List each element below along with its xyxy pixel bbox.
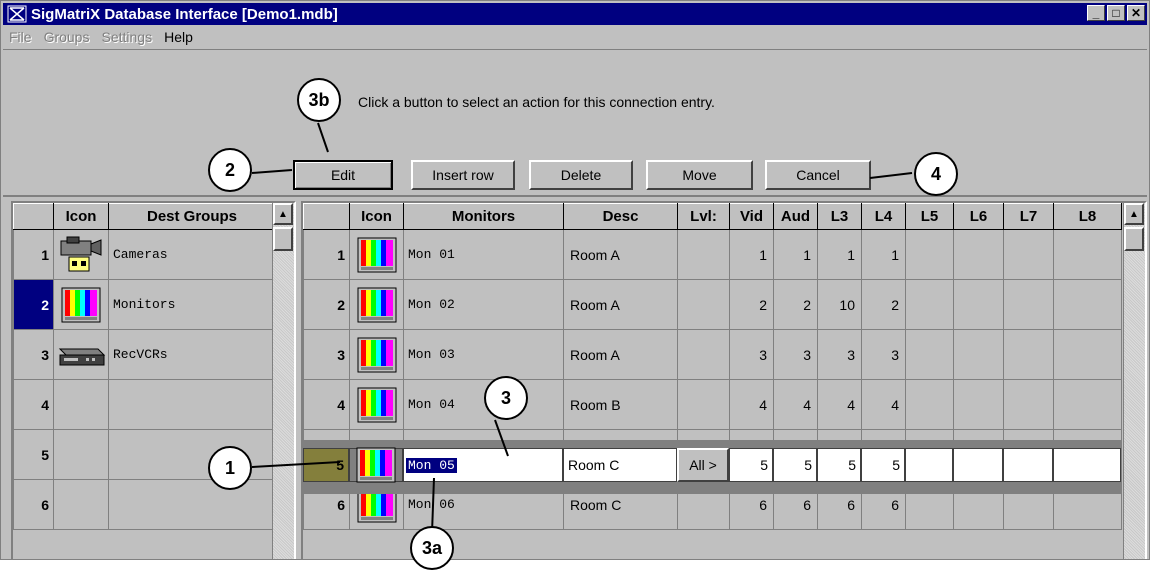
callout-1: 1 <box>208 446 252 490</box>
callout-2: 2 <box>208 148 252 192</box>
callout-3b: 3b <box>297 78 341 122</box>
callout-4: 4 <box>914 152 958 196</box>
callout-3: 3 <box>484 376 528 420</box>
callout-3a: 3a <box>410 526 454 570</box>
callout-leaders <box>251 122 913 534</box>
